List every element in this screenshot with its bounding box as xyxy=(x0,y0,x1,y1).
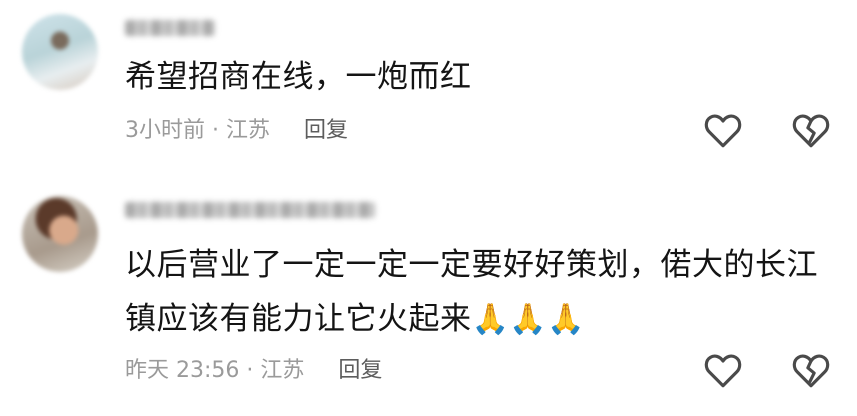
comment-item: 希望招商在线，一炮而红 3小时前 · 江苏 回复 xyxy=(0,0,857,170)
comment-meta: 昨天 23:56 · 江苏 回复 xyxy=(125,356,382,386)
comment-text-line-2-body: 镇应该有能力让它火起来 xyxy=(125,301,472,337)
comment-meta: 3小时前 · 江苏 回复 xyxy=(125,116,348,146)
broken-heart-outline-icon[interactable] xyxy=(790,110,832,152)
comment-time-location: 昨天 23:56 · 江苏 xyxy=(125,358,305,383)
broken-heart-outline-icon[interactable] xyxy=(790,350,832,392)
reply-button[interactable]: 回复 xyxy=(338,358,382,383)
praying-hands-emoji: 🙏🙏🙏 xyxy=(471,302,586,337)
comment-item: 以后营业了一定一定一定要好好策划，偌大的长江 镇应该有能力让它火起来🙏🙏🙏 昨天… xyxy=(0,170,857,416)
username[interactable] xyxy=(125,202,375,218)
comment-text: 希望招商在线，一炮而红 xyxy=(125,59,472,95)
comment-text-line-1: 以后营业了一定一定一定要好好策划，偌大的长江 xyxy=(125,247,818,283)
heart-outline-icon[interactable] xyxy=(702,350,744,392)
comment-time-location: 3小时前 · 江苏 xyxy=(125,118,270,143)
heart-outline-icon[interactable] xyxy=(702,110,744,152)
avatar[interactable] xyxy=(22,196,98,272)
reply-button[interactable]: 回复 xyxy=(304,118,348,143)
username[interactable] xyxy=(125,20,215,36)
comment-text-line-2: 镇应该有能力让它火起来🙏🙏🙏 xyxy=(125,294,585,345)
avatar[interactable] xyxy=(22,14,98,90)
